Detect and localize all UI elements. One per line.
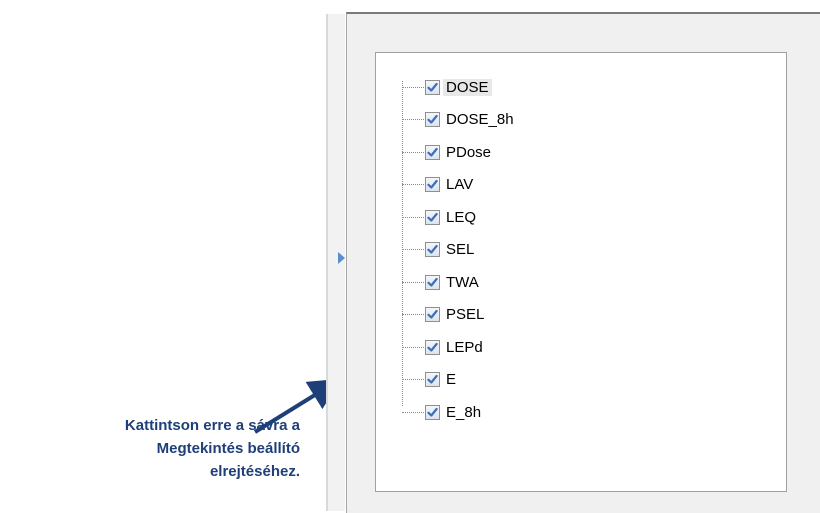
tree-item-label: SEL bbox=[446, 241, 475, 258]
checkbox[interactable] bbox=[425, 274, 440, 290]
tree-item[interactable]: PDose bbox=[402, 141, 572, 163]
checkmark-icon bbox=[427, 309, 438, 319]
tree-item[interactable]: DOSE bbox=[402, 76, 572, 98]
checkmark-icon bbox=[427, 114, 438, 124]
checkbox[interactable] bbox=[425, 209, 440, 225]
checkmark-icon bbox=[427, 407, 438, 417]
checkbox[interactable] bbox=[425, 404, 440, 420]
checkbox[interactable] bbox=[425, 79, 440, 95]
checkmark-icon bbox=[427, 342, 438, 352]
view-settings-panel: DOSE DOSE_8h PDose LAV LEQ SEL TWA PSEL LEPd E E_8… bbox=[346, 12, 820, 513]
tree-connector bbox=[402, 379, 424, 380]
checkmark-icon bbox=[427, 244, 438, 254]
tree-item-label: DOSE bbox=[443, 78, 492, 96]
tree-item[interactable]: PSEL bbox=[402, 304, 572, 326]
tree-item-label: LAV bbox=[446, 176, 474, 193]
parameter-tree: DOSE DOSE_8h PDose LAV LEQ SEL TWA PSEL LEPd E E_8… bbox=[375, 52, 787, 492]
checkbox[interactable] bbox=[425, 372, 440, 387]
tree-item[interactable]: LAV bbox=[402, 174, 572, 196]
tree-item[interactable]: E bbox=[402, 369, 572, 391]
callout-text: Kattintson erre a sávra a Megtekintés be… bbox=[124, 417, 300, 480]
tree-item[interactable]: LEPd bbox=[402, 336, 572, 358]
checkbox[interactable] bbox=[425, 112, 440, 127]
tree-connector bbox=[402, 346, 424, 348]
checkbox[interactable] bbox=[425, 144, 440, 160]
checkmark-icon bbox=[427, 147, 438, 157]
tree-connector bbox=[402, 184, 424, 185]
tree-connector bbox=[402, 411, 424, 413]
tree-item-label: LEQ bbox=[446, 208, 477, 226]
tree-item-label: E_8h bbox=[446, 403, 482, 421]
tree-item[interactable]: DOSE_8h bbox=[402, 109, 572, 131]
tree-item[interactable]: E_8h bbox=[402, 401, 572, 423]
checkbox[interactable] bbox=[425, 242, 440, 257]
tree-item-label: LEPd bbox=[446, 338, 483, 356]
tree-connector bbox=[402, 249, 424, 250]
tree-item[interactable]: TWA bbox=[402, 271, 572, 293]
tree-item-label: DOSE_8h bbox=[446, 111, 514, 128]
tree-connector bbox=[402, 314, 424, 315]
tree-item-label: TWA bbox=[446, 273, 479, 291]
tree-item-label: E bbox=[446, 371, 457, 388]
checkmark-icon bbox=[427, 212, 438, 222]
checkbox[interactable] bbox=[425, 339, 440, 355]
tree-item-label: PSEL bbox=[446, 306, 485, 323]
triangle-right-icon[interactable] bbox=[338, 252, 345, 264]
tree-connector bbox=[402, 119, 424, 120]
checkbox[interactable] bbox=[425, 177, 440, 192]
tree-connector bbox=[402, 281, 424, 283]
tree-item-label: PDose bbox=[446, 143, 492, 161]
checkbox[interactable] bbox=[425, 307, 440, 322]
tree-item[interactable]: SEL bbox=[402, 239, 572, 261]
tree-connector bbox=[402, 151, 424, 153]
checkmark-icon bbox=[427, 82, 438, 92]
splitter-bar[interactable] bbox=[326, 14, 345, 511]
checkmark-icon bbox=[427, 179, 438, 189]
checkmark-icon bbox=[427, 374, 438, 384]
checkmark-icon bbox=[427, 277, 438, 287]
tree-item[interactable]: LEQ bbox=[402, 206, 572, 228]
tree-connector bbox=[402, 216, 424, 218]
tree-connector bbox=[402, 86, 424, 88]
